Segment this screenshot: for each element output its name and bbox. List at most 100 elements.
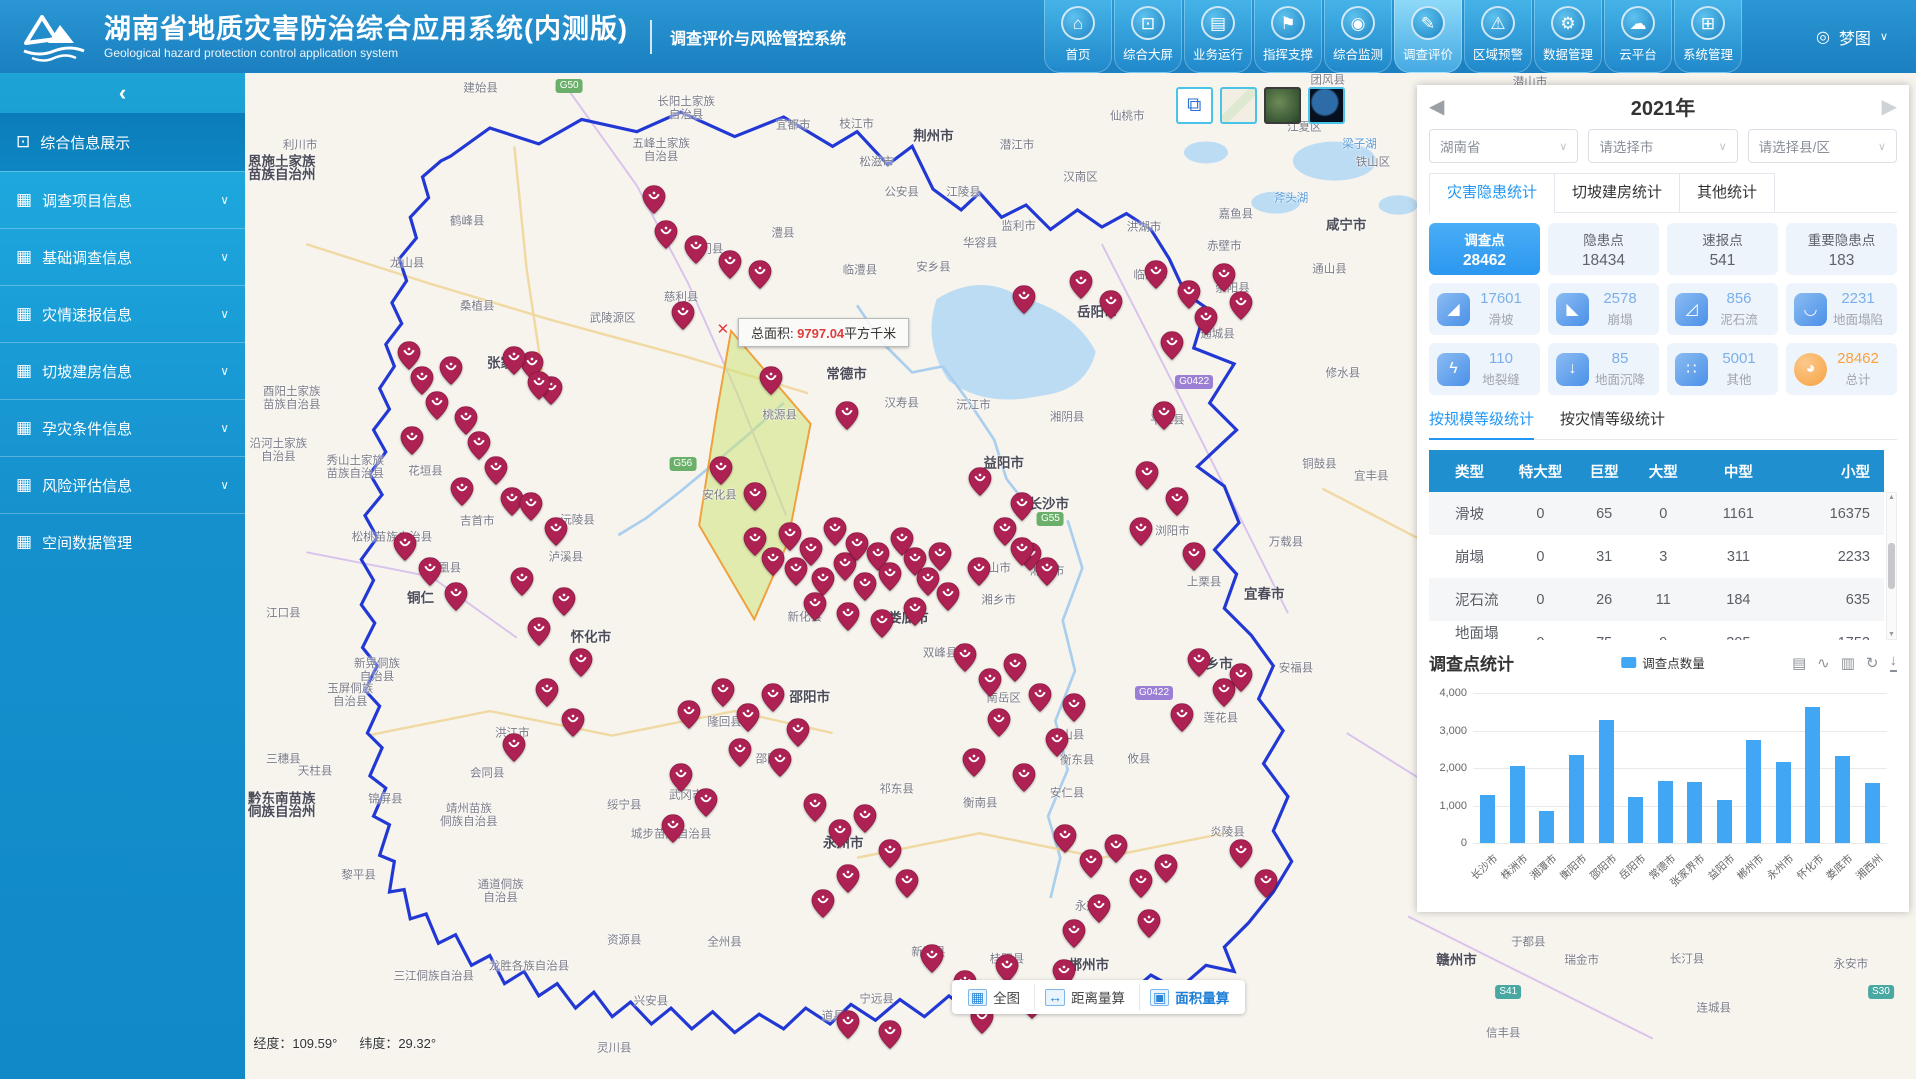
- hazard-marker[interactable]: [837, 864, 860, 893]
- bar[interactable]: [1599, 720, 1614, 843]
- hazard-marker[interactable]: [671, 301, 694, 330]
- bar[interactable]: [1539, 811, 1554, 843]
- sub-tab-1[interactable]: 按灾情等级统计: [1560, 408, 1665, 439]
- hazard-marker[interactable]: [1153, 401, 1176, 430]
- sidebar-item-project[interactable]: ▦调查项目信息∨: [0, 171, 245, 228]
- hazard-marker[interactable]: [1166, 487, 1189, 516]
- hazard-marker[interactable]: [812, 889, 835, 918]
- nav-tab-monitoring[interactable]: ◉综合监测: [1324, 0, 1392, 73]
- hazard-marker[interactable]: [503, 346, 526, 375]
- scrollbar-thumb[interactable]: [1888, 543, 1895, 589]
- bar[interactable]: [1687, 782, 1702, 843]
- hazard-marker[interactable]: [748, 260, 771, 289]
- stat-card-隐患点[interactable]: 隐患点18434: [1548, 223, 1659, 275]
- hazard-marker[interactable]: [511, 567, 534, 596]
- sidebar-item-disaster-report[interactable]: ▦灾情速报信息∨: [0, 285, 245, 342]
- hazard-marker[interactable]: [1171, 703, 1194, 732]
- hazard-marker[interactable]: [536, 678, 559, 707]
- sidebar-item-basic[interactable]: ▦基础调查信息∨: [0, 228, 245, 285]
- hazard-marker[interactable]: [685, 235, 708, 264]
- hazard-marker[interactable]: [895, 869, 918, 898]
- hazard-marker[interactable]: [1254, 869, 1277, 898]
- table-row[interactable]: 滑坡0650116116375: [1429, 492, 1884, 535]
- hazard-marker[interactable]: [661, 814, 684, 843]
- hazard-marker[interactable]: [419, 557, 442, 586]
- hazard-marker[interactable]: [1036, 557, 1059, 586]
- hazard-marker[interactable]: [1062, 693, 1085, 722]
- hazard-marker[interactable]: [1079, 849, 1102, 878]
- layers-icon[interactable]: ⧉: [1176, 87, 1213, 124]
- hazard-marker[interactable]: [760, 366, 783, 395]
- hazard-marker[interactable]: [503, 733, 526, 762]
- hazard-marker[interactable]: [787, 718, 810, 747]
- county-select[interactable]: 请选择县/区∨: [1748, 129, 1897, 163]
- nav-tab-survey[interactable]: ✎调查评价: [1394, 0, 1462, 73]
- nav-tab-warning[interactable]: ⚠区域预警: [1464, 0, 1532, 73]
- hazard-marker[interactable]: [711, 678, 734, 707]
- hazard-marker[interactable]: [1229, 291, 1252, 320]
- hazard-marker[interactable]: [879, 562, 902, 591]
- hazard-marker[interactable]: [979, 668, 1002, 697]
- bar[interactable]: [1805, 707, 1820, 843]
- hazard-marker[interactable]: [1161, 331, 1184, 360]
- hazard-marker[interactable]: [1087, 894, 1110, 923]
- sidebar-item-pregnant[interactable]: ▦孕灾条件信息∨: [0, 399, 245, 456]
- hazard-marker[interactable]: [853, 572, 876, 601]
- tab-0[interactable]: 灾害隐患统计: [1429, 173, 1555, 212]
- tab-1[interactable]: 切坡建房统计: [1554, 173, 1680, 212]
- hazard-marker[interactable]: [1229, 663, 1252, 692]
- hazard-marker[interactable]: [1229, 839, 1252, 868]
- hazard-marker[interactable]: [444, 582, 467, 611]
- sidebar-item-spatial[interactable]: ▦空间数据管理: [0, 513, 245, 570]
- hazard-marker[interactable]: [544, 517, 567, 546]
- stat-card-速报点[interactable]: 速报点541: [1667, 223, 1778, 275]
- hazard-marker[interactable]: [870, 609, 893, 638]
- hazard-marker[interactable]: [1069, 270, 1092, 299]
- hazard-marker[interactable]: [1046, 728, 1069, 757]
- bar[interactable]: [1865, 783, 1880, 843]
- bar[interactable]: [1480, 795, 1495, 843]
- tab-2[interactable]: 其他统计: [1679, 173, 1775, 212]
- sidebar-item-overview[interactable]: ⊡综合信息展示: [0, 113, 245, 171]
- hazard-marker[interactable]: [803, 592, 826, 621]
- hazard-marker[interactable]: [569, 648, 592, 677]
- hazard-marker[interactable]: [528, 371, 551, 400]
- hazard-marker[interactable]: [519, 492, 542, 521]
- hazard-marker[interactable]: [451, 477, 474, 506]
- hazard-marker[interactable]: [394, 532, 417, 561]
- bar-chart-icon[interactable]: ▥: [1841, 654, 1855, 672]
- hazard-marker[interactable]: [736, 703, 759, 732]
- hazard-marker[interactable]: [987, 708, 1010, 737]
- city-select[interactable]: 请选择市∨: [1588, 129, 1737, 163]
- hazard-marker[interactable]: [762, 547, 785, 576]
- hazard-stat-ground-fissure[interactable]: ϟ110地裂缝: [1429, 343, 1540, 395]
- hazard-marker[interactable]: [954, 643, 977, 672]
- hazard-stat-subsidence[interactable]: ↓85地面沉降: [1548, 343, 1659, 395]
- hazard-marker[interactable]: [1144, 260, 1167, 289]
- table-row[interactable]: 崩塌03133112233: [1429, 535, 1884, 578]
- nav-tab-command[interactable]: ⚑指挥支撑: [1254, 0, 1322, 73]
- hazard-marker[interactable]: [768, 748, 791, 777]
- hazard-stat-debris-flow[interactable]: ◿856泥石流: [1667, 283, 1778, 335]
- nav-tab-system[interactable]: ⊞系统管理: [1674, 0, 1742, 73]
- hazard-stat-ground-collapse[interactable]: ◡2231地面塌陷: [1786, 283, 1897, 335]
- line-chart-icon[interactable]: ∿: [1817, 654, 1830, 672]
- hazard-marker[interactable]: [426, 391, 449, 420]
- hazard-marker[interactable]: [837, 1010, 860, 1039]
- hazard-marker[interactable]: [879, 1020, 902, 1049]
- hazard-marker[interactable]: [553, 587, 576, 616]
- full-extent-button[interactable]: ▦全图: [958, 984, 1030, 1010]
- hazard-marker[interactable]: [1129, 517, 1152, 546]
- hazard-stat-other[interactable]: ∷5001其他: [1667, 343, 1778, 395]
- distance-measure-button[interactable]: ↔距离量算: [1034, 984, 1135, 1010]
- basemap-globe-thumbnail[interactable]: [1308, 87, 1345, 124]
- sub-tab-0[interactable]: 按规模等级统计: [1429, 408, 1534, 440]
- table-row[interactable]: 地面塌陷07593951752: [1429, 621, 1884, 640]
- hazard-marker[interactable]: [528, 617, 551, 646]
- hazard-marker[interactable]: [1062, 919, 1085, 948]
- hazard-marker[interactable]: [929, 542, 952, 571]
- bar[interactable]: [1658, 781, 1673, 843]
- hazard-marker[interactable]: [879, 839, 902, 868]
- basemap-satellite-thumbnail[interactable]: [1264, 87, 1301, 124]
- hazard-marker[interactable]: [718, 250, 741, 279]
